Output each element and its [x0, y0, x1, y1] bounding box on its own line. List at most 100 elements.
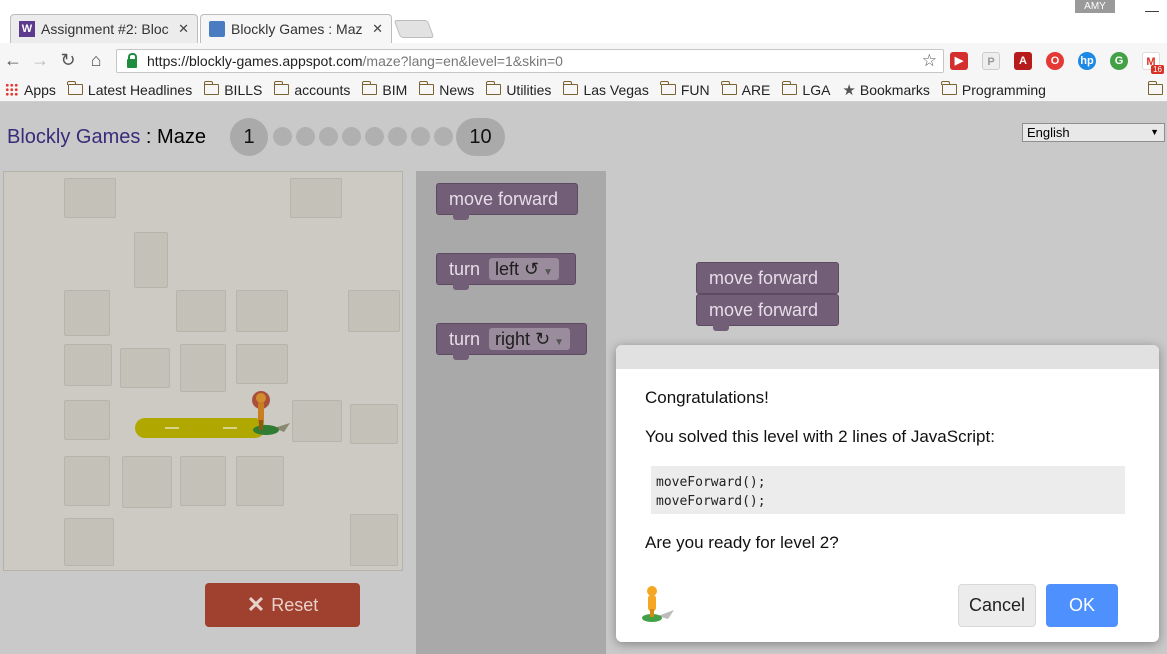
maze-wall	[64, 178, 116, 218]
bookmark-label: Latest Headlines	[87, 81, 193, 98]
level-dot[interactable]	[273, 127, 292, 146]
back-arrow-icon[interactable]: ←	[2, 49, 24, 71]
bookmark-folder[interactable]: BIM	[361, 81, 407, 98]
ok-button[interactable]: OK	[1046, 584, 1118, 627]
maze-wall	[120, 348, 170, 388]
tab-blockly-games[interactable]: Blockly Games : Maz ✕	[200, 14, 392, 43]
bookmark-folder[interactable]: Las Vegas	[562, 81, 649, 98]
block-toolbox: move forward turn left ↺ ▼ turn right ↻ ▼	[416, 171, 606, 654]
folder-icon	[781, 81, 798, 95]
folder-icon	[361, 81, 378, 95]
bookmark-folder[interactable]: LGA	[781, 81, 830, 98]
new-tab-button[interactable]	[393, 20, 435, 38]
tab-assignment[interactable]: W Assignment #2: Bloc ✕	[10, 14, 198, 43]
bookmark-label: BILLS	[224, 81, 263, 98]
level-10-indicator[interactable]: 10	[456, 118, 505, 156]
gmail-badge: 16	[1151, 65, 1164, 74]
language-select[interactable]: English ▼	[1022, 123, 1165, 142]
dropdown-arrow-icon: ▼	[1150, 127, 1159, 137]
dropdown-arrow-icon: ▼	[543, 267, 554, 278]
direction-dropdown[interactable]: right ↻ ▼	[489, 328, 571, 350]
level-dot[interactable]	[365, 127, 384, 146]
level-dot[interactable]	[411, 127, 430, 146]
maze-wall	[176, 290, 226, 332]
bookmark-folder[interactable]: Latest Headlines	[67, 81, 193, 98]
block-notch	[453, 284, 469, 290]
page-title: Blockly Games : Maze	[7, 126, 206, 149]
level-dot[interactable]	[296, 127, 315, 146]
workspace-block-move-forward[interactable]: move forward	[696, 262, 839, 294]
level-dot[interactable]	[319, 127, 338, 146]
toolbox-block-turn-right[interactable]: turn right ↻ ▼	[436, 323, 587, 360]
bookmark-folder[interactable]: Programming	[941, 81, 1046, 98]
reload-icon[interactable]: ↻	[57, 49, 79, 71]
maze-canvas	[3, 171, 403, 571]
apps-grid-icon	[5, 83, 18, 96]
workspace-block-move-forward[interactable]: move forward	[696, 294, 839, 331]
cancel-button[interactable]: Cancel	[958, 584, 1036, 627]
folder-icon	[660, 81, 676, 95]
level-dot[interactable]	[434, 127, 453, 146]
bookmark-folder[interactable]: accounts	[273, 81, 350, 98]
url-path: /maze?lang=en&level=1&skin=0	[362, 53, 563, 69]
close-icon[interactable]: ✕	[372, 21, 383, 37]
reset-button[interactable]: ✕ Reset	[205, 583, 360, 627]
address-bar[interactable]: https://blockly-games.appspot.com/maze?l…	[116, 49, 944, 73]
pegman-icon	[642, 586, 674, 622]
congratulations-dialog: Congratulations! You solved this level w…	[616, 345, 1159, 642]
grammarly-icon[interactable]: G	[1110, 52, 1128, 70]
close-icon[interactable]: ✕	[178, 21, 189, 37]
minimize-icon[interactable]: —	[1145, 2, 1159, 18]
home-icon[interactable]: ⌂	[85, 49, 107, 71]
path-dash	[165, 427, 179, 429]
hp-icon[interactable]: hp	[1078, 52, 1096, 70]
pdf-icon[interactable]: A	[1014, 52, 1032, 70]
block-label: move forward	[709, 268, 819, 288]
bookmark-folder[interactable]: BILLS	[203, 81, 263, 98]
bookmark-label: ARE	[741, 81, 771, 98]
bookmark-apps[interactable]: Apps	[5, 82, 56, 98]
bookmark-folder[interactable]: FUN	[660, 81, 710, 98]
maze-wall	[134, 232, 168, 288]
direction-dropdown[interactable]: left ↺ ▼	[489, 258, 560, 280]
maze-wall	[348, 290, 400, 332]
level-1-indicator[interactable]: 1	[230, 118, 268, 156]
folder-icon	[562, 81, 579, 95]
bookmark-label: Apps	[24, 81, 56, 98]
tab-title: Blockly Games : Maz	[231, 21, 363, 37]
level-dot[interactable]	[388, 127, 407, 146]
dropdown-arrow-icon: ▼	[554, 337, 565, 348]
other-bookmarks-folder-icon[interactable]	[1147, 81, 1163, 95]
bookmark-folder[interactable]: ARE	[721, 81, 771, 98]
opera-icon[interactable]: O	[1046, 52, 1064, 70]
extension-red-icon[interactable]: ▶	[950, 52, 968, 70]
code-line: moveForward();	[656, 475, 766, 490]
brand-link[interactable]: Blockly Games	[7, 126, 140, 148]
block-notch	[453, 354, 469, 360]
bookmark-star-icon[interactable]: ☆	[922, 51, 937, 71]
block-label: turn	[449, 329, 481, 349]
language-value: English	[1027, 125, 1070, 140]
level-dot[interactable]	[342, 127, 361, 146]
maze-wall	[350, 404, 398, 444]
profile-badge[interactable]: AMY	[1075, 0, 1115, 13]
maze-wall	[180, 344, 226, 392]
bookmark-bookmarks[interactable]: ★ Bookmarks	[842, 81, 929, 99]
bookmark-folder[interactable]: Utilities	[485, 81, 551, 98]
extension-p-icon[interactable]: P	[982, 52, 1000, 70]
folder-icon	[418, 81, 435, 95]
block-label: move forward	[709, 300, 819, 320]
forward-arrow-icon[interactable]: →	[29, 49, 51, 71]
maze-wall	[292, 400, 342, 442]
toolbox-block-turn-left[interactable]: turn left ↺ ▼	[436, 253, 576, 290]
bookmark-folder[interactable]: News	[418, 81, 475, 98]
bookmark-label: Las Vegas	[583, 81, 649, 98]
code-line: moveForward();	[656, 494, 766, 509]
block-label: turn	[449, 259, 481, 279]
maze-wall	[180, 456, 226, 506]
code-block: moveForward(); moveForward();	[651, 466, 1125, 514]
bookmark-label: News	[439, 81, 475, 98]
dialog-question: Are you ready for level 2?	[645, 533, 839, 552]
toolbox-block-move-forward[interactable]: move forward	[436, 183, 578, 220]
folder-icon	[485, 81, 502, 95]
